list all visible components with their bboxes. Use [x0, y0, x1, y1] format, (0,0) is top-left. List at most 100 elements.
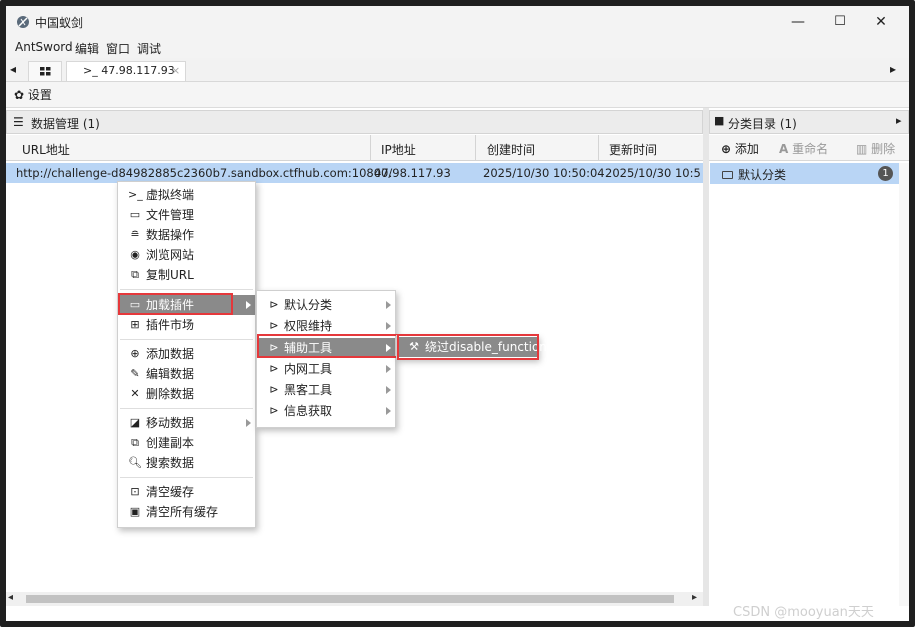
data-panel-title: 数据管理 (1): [31, 117, 100, 131]
tab-close-icon[interactable]: ×: [171, 64, 180, 77]
horizontal-scrollbar[interactable]: ◂ ▸: [6, 592, 703, 606]
data-panel-header: ☰ 数据管理 (1): [6, 110, 703, 134]
highlight-box: [257, 334, 400, 358]
folder-icon: ▭: [129, 208, 141, 221]
tab-home[interactable]: [28, 61, 62, 81]
menu-item-edit-data[interactable]: ✎ 编辑数据: [118, 364, 255, 384]
menu-item-label: 搜索数据: [146, 456, 195, 470]
column-divider[interactable]: [598, 135, 599, 161]
menu-antsword[interactable]: AntSword: [15, 40, 73, 54]
settings-label: 设置: [27, 88, 52, 102]
folder-open-icon: ⊳: [269, 319, 279, 332]
tab-terminal-session[interactable]: >_ 47.98.117.93 ×: [66, 61, 186, 81]
submenu-item-intranet[interactable]: ⊳ 内网工具: [257, 359, 395, 379]
menu-item-move-data[interactable]: ◪ 移动数据: [118, 413, 255, 433]
rename-category-button[interactable]: A 重命名: [779, 140, 828, 157]
menu-item-label: 默认分类: [284, 298, 333, 312]
menu-edit[interactable]: 编辑: [75, 40, 99, 57]
rename-category-label: 重命名: [792, 142, 829, 156]
menu-item-browse-site[interactable]: ◉ 浏览网站: [118, 245, 255, 265]
menu-item-label: 清空缓存: [146, 485, 195, 499]
submenu-item-persistence[interactable]: ⊳ 权限维持: [257, 316, 395, 336]
search-icon: 🔍︎: [128, 456, 142, 469]
menu-item-clear-cache[interactable]: ⊡ 清空缓存: [118, 482, 255, 502]
home-grid-icon: [40, 67, 51, 76]
table-row[interactable]: http://challenge-d84982885c2360b7.sandbo…: [6, 163, 703, 183]
menu-item-database[interactable]: ≘ 数据操作: [118, 225, 255, 245]
menu-item-terminal[interactable]: >_ 虚拟终端: [118, 185, 255, 205]
font-icon: A: [779, 142, 789, 156]
folder-icon: ■: [714, 114, 725, 127]
menu-item-copy-url[interactable]: ⧉ 复制URL: [118, 265, 255, 285]
column-divider[interactable]: [370, 135, 371, 161]
menu-item-label: 移动数据: [146, 416, 195, 430]
category-item[interactable]: 默认分类 1: [710, 163, 899, 184]
trash-outline-icon: ⊡: [130, 485, 140, 498]
submenu-item-info[interactable]: ⊳ 信息获取: [257, 401, 395, 421]
panel-splitter[interactable]: [703, 108, 709, 606]
column-ip[interactable]: IP地址: [381, 141, 416, 158]
category-scroll-area: [899, 163, 909, 606]
submenu-arrow-icon: [386, 365, 391, 373]
column-url[interactable]: URL地址: [22, 141, 70, 158]
category-panel-header: ■ 分类目录 (1) ▸: [709, 110, 909, 134]
tab-scroll-right-icon[interactable]: ▸: [890, 62, 896, 76]
menu-item-search-data[interactable]: 🔍︎ 搜索数据: [118, 453, 255, 473]
submenu-arrow-icon: [386, 386, 391, 394]
folder-icon: [722, 171, 733, 179]
app-window: 中国蚁剑 — ☐ ✕ AntSword 编辑 窗口 调试 ◂ >_ 47.98.…: [6, 6, 909, 621]
antsword-logo-icon: [17, 16, 29, 28]
column-created[interactable]: 创建时间: [487, 141, 535, 158]
menu-item-add-data[interactable]: ⊕ 添加数据: [118, 344, 255, 364]
menu-item-delete-data[interactable]: ✕ 删除数据: [118, 384, 255, 404]
row-ip: 47.98.117.93: [374, 166, 451, 180]
toolbar: ✿ 设置: [6, 82, 909, 108]
copy-icon: ⧉: [131, 436, 139, 449]
highlight-box: [118, 293, 233, 315]
move-icon: ◪: [129, 416, 141, 429]
column-divider[interactable]: [475, 135, 476, 161]
settings-button[interactable]: ✿ 设置: [14, 86, 52, 104]
gear-icon: ✿: [14, 88, 25, 102]
submenu-item-default[interactable]: ⊳ 默认分类: [257, 295, 395, 315]
close-button[interactable]: ✕: [861, 10, 901, 34]
menu-item-label: 清空所有缓存: [146, 505, 219, 519]
menu-item-file-manager[interactable]: ▭ 文件管理: [118, 205, 255, 225]
menu-item-plugin-market[interactable]: ⊞ 插件市场: [118, 315, 255, 335]
row-url: http://challenge-d84982885c2360b7.sandbo…: [16, 166, 393, 180]
scroll-left-icon[interactable]: ◂: [8, 592, 13, 603]
context-menu: >_ 虚拟终端 ▭ 文件管理 ≘ 数据操作 ◉ 浏览网站 ⧉ 复制URL ▭ 加…: [117, 181, 256, 528]
menu-item-label: 编辑数据: [146, 367, 195, 381]
delete-category-label: 删除: [871, 142, 896, 156]
minimize-button[interactable]: —: [778, 10, 818, 34]
menu-divider: [120, 408, 253, 409]
menu-item-label: 数据操作: [146, 228, 195, 242]
menu-item-clear-all-cache[interactable]: ▣ 清空所有缓存: [118, 502, 255, 522]
add-category-button[interactable]: ⊕ 添加: [721, 140, 759, 157]
submenu-item-hacker[interactable]: ⊳ 黑客工具: [257, 380, 395, 400]
menu-debug[interactable]: 调试: [137, 40, 161, 57]
collapse-arrow-icon[interactable]: ▸: [896, 114, 902, 127]
folder-open-icon: ⊳: [269, 362, 279, 375]
scroll-right-icon[interactable]: ▸: [692, 592, 697, 603]
menu-divider: [120, 477, 253, 478]
add-category-label: 添加: [734, 142, 759, 156]
plus-circle-icon: ⊕: [721, 142, 732, 156]
menu-window[interactable]: 窗口: [106, 40, 130, 57]
tab-bar: ◂ >_ 47.98.117.93 × ▸: [6, 58, 909, 82]
submenu-arrow-icon: [246, 419, 251, 427]
list-icon: ☰: [13, 115, 24, 129]
menu-divider: [120, 289, 253, 290]
close-icon: ✕: [130, 387, 140, 400]
menu-item-label: 浏览网站: [146, 248, 195, 262]
copy-icon: ⧉: [131, 268, 139, 281]
menu-item-label: 黑客工具: [284, 383, 333, 397]
column-updated[interactable]: 更新时间: [609, 141, 657, 158]
maximize-button[interactable]: ☐: [820, 10, 860, 34]
menu-item-clone[interactable]: ⧉ 创建副本: [118, 433, 255, 453]
tab-scroll-left-icon[interactable]: ◂: [10, 62, 16, 76]
menu-item-label: 创建副本: [146, 436, 195, 450]
menu-divider: [120, 339, 253, 340]
delete-category-button[interactable]: ▥ 删除: [856, 140, 895, 157]
scrollbar-thumb[interactable]: [26, 595, 674, 603]
